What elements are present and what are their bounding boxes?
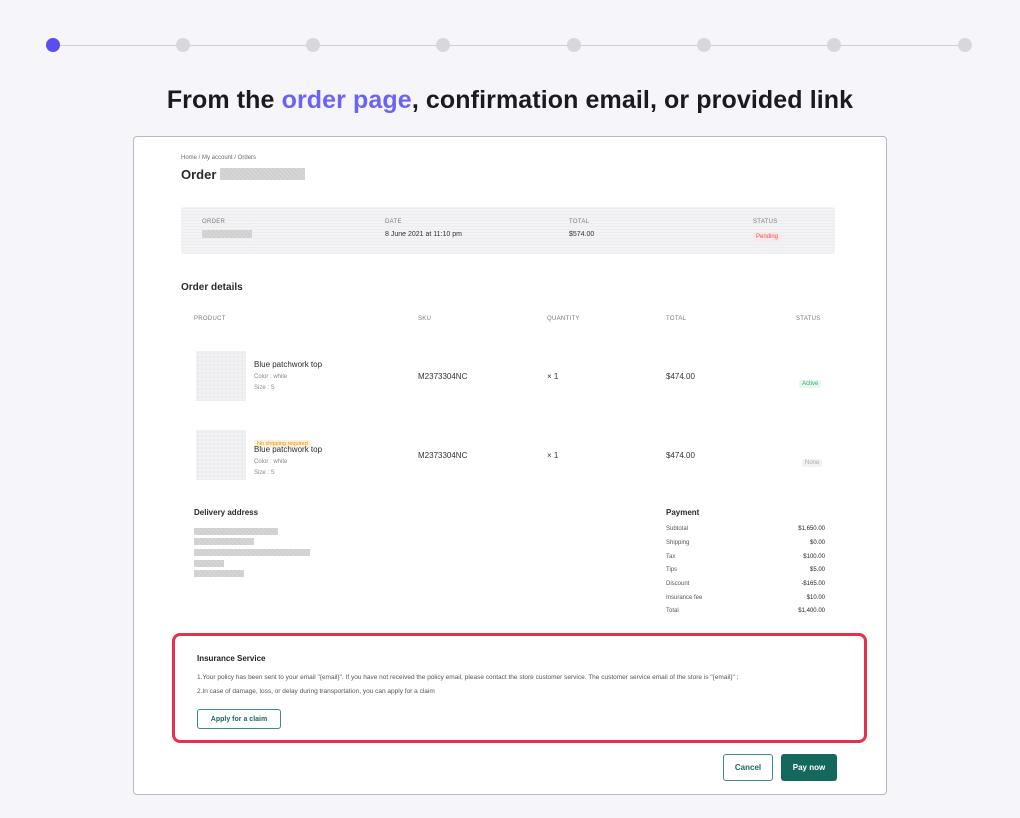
address-line-redacted — [194, 570, 244, 577]
address-line-redacted — [194, 528, 278, 535]
payment-row-subtotal: Subtotal $1,650.00 — [666, 526, 825, 538]
payment-row-discount: Discount -$165.00 — [666, 581, 825, 593]
product-color: Color : white — [254, 374, 288, 380]
payment-value: $1,650.00 — [798, 526, 825, 532]
row-status: None — [802, 451, 823, 469]
col-header-quantity: QUANTITY — [547, 316, 580, 322]
apply-claim-button[interactable]: Apply for a claim — [197, 709, 281, 729]
step-6-dot — [697, 38, 711, 52]
cancel-button[interactable]: Cancel — [723, 754, 773, 781]
product-thumbnail[interactable] — [196, 430, 246, 480]
summary-total-label: TOTAL — [569, 219, 590, 225]
summary-order-label: ORDER — [202, 219, 226, 225]
summary-date: DATE 8 June 2021 at 11:10 pm — [385, 219, 462, 238]
insurance-policy-text: 1.Your policy has been sent to your emai… — [197, 674, 739, 681]
summary-total: TOTAL $574.00 — [569, 219, 594, 238]
payment-value: $10.00 — [806, 595, 825, 601]
summary-date-label: DATE — [385, 219, 402, 225]
payment-row-insurance-fee: Insurance fee $10.00 — [666, 595, 825, 607]
col-header-product: PRODUCT — [194, 316, 226, 322]
summary-order: ORDER — [202, 219, 252, 238]
payment-row-tax: Tax $100.00 — [666, 554, 825, 566]
page-title: Order — [181, 167, 217, 182]
insurance-title: Insurance Service — [197, 654, 266, 663]
summary-status-label: STATUS — [753, 219, 778, 225]
summary-total-value: $574.00 — [569, 231, 595, 238]
order-summary: ORDER DATE 8 June 2021 at 11:10 pm TOTAL… — [181, 207, 835, 254]
payment-label: Insurance fee — [666, 595, 703, 601]
headline-prefix: From the — [166, 86, 282, 114]
product-name[interactable]: Blue patchwork top — [254, 360, 322, 369]
step-8-dot — [958, 38, 972, 52]
payment-label: Tax — [666, 554, 676, 560]
headline-suffix: , confirmation email, or provided link — [411, 86, 854, 114]
address-line-redacted — [194, 538, 254, 545]
product-size: Size : S — [254, 470, 275, 476]
step-7-dot — [827, 38, 841, 52]
summary-date-value: 8 June 2021 at 11:10 pm — [385, 231, 462, 238]
step-5-dot — [567, 38, 581, 52]
status-badge: Pending — [753, 233, 782, 241]
product-quantity: × 1 — [547, 451, 559, 460]
col-header-status: STATUS — [796, 316, 821, 322]
product-size: Size : S — [254, 385, 275, 391]
step-3-dot — [306, 38, 320, 52]
payment-value: $1,400.00 — [798, 608, 825, 614]
product-sku: M2373304NC — [418, 451, 468, 460]
product-total: $474.00 — [666, 372, 695, 381]
summary-order-redacted — [202, 230, 252, 238]
address-line-redacted — [194, 549, 310, 556]
payment-value: $5.00 — [809, 567, 825, 573]
summary-status: STATUS Pending — [753, 219, 782, 243]
payment-label: Tips — [666, 567, 678, 573]
product-name[interactable]: Blue patchwork top — [254, 445, 322, 454]
delivery-address-title: Delivery address — [194, 508, 259, 517]
order-details-title: Order details — [181, 282, 243, 293]
payment-label: Shipping — [666, 540, 690, 546]
payment-title: Payment — [666, 508, 700, 517]
payment-value: $0.00 — [809, 540, 825, 546]
progress-stepper — [46, 38, 972, 54]
none-badge: None — [802, 459, 823, 467]
payment-label: Discount — [666, 581, 690, 587]
active-badge: Active — [799, 380, 822, 388]
breadcrumb[interactable]: Home / My account / Orders — [181, 155, 256, 161]
pay-now-button[interactable]: Pay now — [781, 754, 837, 781]
payment-row-shipping: Shipping $0.00 — [666, 540, 825, 552]
product-quantity: × 1 — [547, 372, 559, 381]
product-thumbnail[interactable] — [196, 351, 246, 401]
step-4-dot — [436, 38, 450, 52]
payment-label: Subtotal — [666, 526, 689, 532]
step-2-dot — [176, 38, 190, 52]
order-number-redacted — [220, 168, 305, 180]
payment-label: Total — [666, 608, 679, 614]
product-sku: M2373304NC — [418, 372, 468, 381]
product-color: Color : white — [254, 459, 288, 465]
product-total: $474.00 — [666, 451, 695, 460]
col-header-total: TOTAL — [666, 316, 687, 322]
address-line-redacted — [194, 560, 224, 567]
payment-row-tips: Tips $5.00 — [666, 567, 825, 579]
payment-value: $100.00 — [803, 554, 825, 560]
order-page-card: Home / My account / Orders Order ORDER D… — [133, 136, 887, 795]
payment-value: -$165.00 — [801, 581, 825, 587]
headline-accent: order page — [281, 86, 412, 114]
headline: From the order page, confirmation email,… — [0, 86, 1020, 115]
payment-row-total: Total $1,400.00 — [666, 608, 825, 620]
step-1-dot — [46, 38, 60, 52]
insurance-claim-text: 2.In case of damage, loss, or delay duri… — [197, 688, 435, 695]
row-status: Active — [799, 372, 822, 390]
insurance-service-panel: Insurance Service 1.Your policy has been… — [172, 633, 867, 743]
col-header-sku: SKU — [418, 316, 432, 322]
